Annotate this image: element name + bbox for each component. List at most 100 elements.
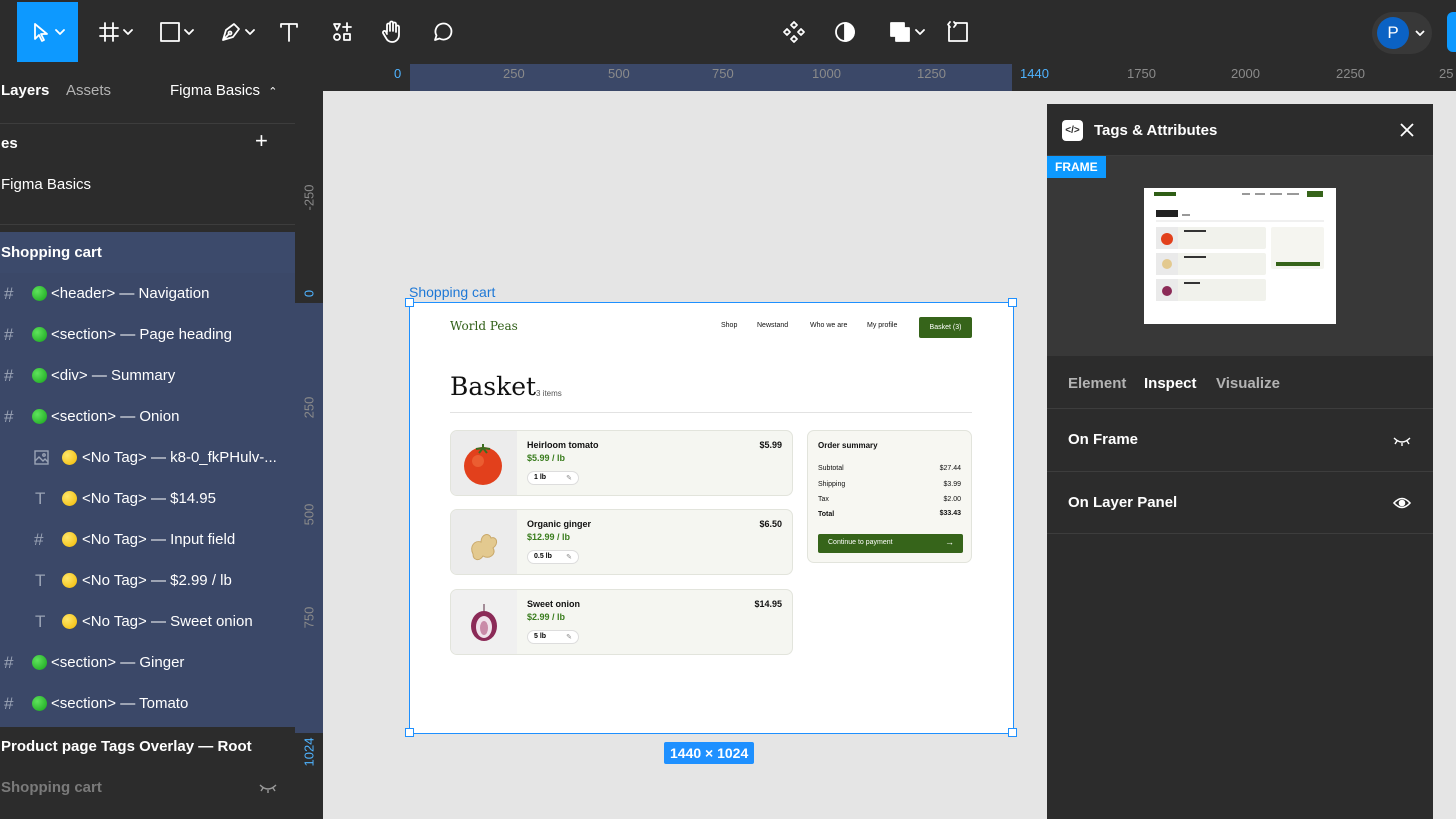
- resize-handle[interactable]: [405, 728, 414, 737]
- ruler-tick: 25: [1439, 66, 1454, 81]
- layer-section-tomato[interactable]: # <section> — Tomato: [0, 683, 295, 724]
- pen-tool-button[interactable]: [216, 10, 258, 54]
- contrast-button[interactable]: [832, 10, 858, 54]
- chevron-down-icon: [1415, 30, 1425, 36]
- rectangle-icon: [159, 22, 180, 42]
- layer-label: Shopping cart: [1, 244, 102, 261]
- frame-icon: #: [4, 324, 14, 344]
- user-avatar[interactable]: P: [1372, 12, 1432, 54]
- page-item-figma-basics[interactable]: Figma Basics: [1, 176, 91, 193]
- layer-div-summary[interactable]: # <div> — Summary: [0, 355, 295, 396]
- ruler-tick: 750: [712, 66, 734, 81]
- layer-no-tag-image[interactable]: <No Tag> — k8-0_fkPHulv-...: [0, 437, 295, 478]
- ruler-tick: 0: [394, 66, 402, 81]
- tag-status-green-icon: [32, 368, 47, 383]
- resources-icon: [333, 22, 352, 41]
- eye-closed-icon[interactable]: [259, 783, 277, 793]
- layer-no-tag-sweet-onion[interactable]: T <No Tag> — Sweet onion: [0, 601, 295, 642]
- chevron-down-icon: [55, 29, 65, 35]
- toggle-label: On Frame: [1068, 431, 1139, 448]
- pen-icon: [221, 23, 240, 41]
- ruler-tick: 750: [301, 606, 317, 629]
- close-icon[interactable]: [1399, 122, 1415, 138]
- eye-closed-icon[interactable]: [1393, 436, 1411, 446]
- ruler-tick: 250: [301, 396, 317, 419]
- ruler-tick: 500: [301, 503, 317, 526]
- tag-status-yellow-icon: [62, 450, 77, 465]
- layer-section-onion[interactable]: # <section> — Onion: [0, 396, 295, 437]
- frame-icon: #: [4, 283, 14, 303]
- layer-section-page-heading[interactable]: # <section> — Page heading: [0, 314, 295, 355]
- dev-mode-button[interactable]: [945, 10, 971, 54]
- frame-name-label[interactable]: Shopping cart: [409, 284, 495, 300]
- resize-handle[interactable]: [1008, 298, 1017, 307]
- chevron-down-icon: [122, 29, 133, 35]
- frame-icon: #: [4, 693, 14, 713]
- tab-visualize[interactable]: Visualize: [1216, 375, 1280, 392]
- layer-label: <section> — Page heading: [51, 326, 232, 343]
- layer-no-tag-unit-price[interactable]: T <No Tag> — $2.99 / lb: [0, 560, 295, 601]
- frame-icon: [98, 22, 119, 42]
- toggle-on-frame[interactable]: On Frame: [1047, 408, 1433, 471]
- ruler-tick: 1024: [301, 737, 317, 767]
- share-button[interactable]: [1447, 12, 1456, 52]
- page-selector[interactable]: Figma Basics ⌃: [170, 82, 277, 99]
- comment-tool-button[interactable]: [430, 10, 456, 54]
- image-icon: [34, 450, 49, 465]
- layer-label: <No Tag> — k8-0_fkPHulv-...: [82, 449, 277, 466]
- frame-preview-area: FRAME: [1047, 156, 1433, 356]
- layers-panel: Layers Assets Figma Basics ⌃ es + Figma …: [0, 64, 295, 819]
- panel-title: Tags & Attributes: [1094, 122, 1218, 139]
- selection-outline: [409, 302, 1014, 734]
- layer-shopping-cart-frame[interactable]: Shopping cart: [0, 232, 295, 273]
- ruler-tick: 2250: [1336, 66, 1365, 81]
- ruler-tick: 0: [301, 289, 317, 298]
- toggle-on-layer-panel[interactable]: On Layer Panel: [1047, 471, 1433, 534]
- resources-tool-button[interactable]: [329, 10, 355, 54]
- frame-tool-button[interactable]: [94, 10, 136, 54]
- chevron-down-icon: [244, 29, 255, 35]
- components-icon: [783, 21, 805, 43]
- ruler-tick: 2000: [1231, 66, 1260, 81]
- ruler-tick: 500: [608, 66, 630, 81]
- toggle-label: On Layer Panel: [1068, 494, 1178, 511]
- eye-icon[interactable]: [1393, 496, 1411, 510]
- tag-status-yellow-icon: [62, 491, 77, 506]
- tab-assets[interactable]: Assets: [66, 82, 111, 99]
- frame-icon: #: [4, 365, 14, 385]
- resize-handle[interactable]: [405, 298, 414, 307]
- hand-icon: [382, 20, 400, 43]
- frame-badge: FRAME: [1047, 156, 1106, 178]
- frame-size-badge: 1440 × 1024: [664, 742, 755, 764]
- layer-no-tag-input-field[interactable]: # <No Tag> — Input field: [0, 519, 295, 560]
- divider: [0, 224, 295, 225]
- layer-header-navigation[interactable]: # <header> — Navigation: [0, 273, 295, 314]
- divider: [0, 123, 295, 124]
- boolean-button[interactable]: [885, 10, 927, 54]
- layer-section-ginger[interactable]: # <section> — Ginger: [0, 642, 295, 683]
- layer-shopping-cart-hidden[interactable]: Shopping cart: [0, 767, 295, 808]
- frame-icon: #: [4, 406, 14, 426]
- layer-no-tag-price[interactable]: T <No Tag> — $14.95: [0, 478, 295, 519]
- hand-tool-button[interactable]: [379, 10, 405, 54]
- components-button[interactable]: [781, 10, 807, 54]
- tab-element[interactable]: Element: [1068, 375, 1126, 392]
- tab-layers[interactable]: Layers: [1, 82, 49, 99]
- tab-inspect[interactable]: Inspect: [1144, 375, 1197, 392]
- dev-mode-icon: [947, 21, 968, 42]
- ruler-left: -250 0 250 500 750 1024: [295, 64, 323, 819]
- page-selector-label: Figma Basics: [170, 82, 261, 99]
- layer-tags-overlay-root[interactable]: Product page Tags Overlay — Root: [0, 726, 295, 767]
- tag-status-green-icon: [32, 696, 47, 711]
- code-icon: </>: [1062, 120, 1083, 141]
- ruler-top: 0 250 500 750 1000 1250 1440 1750 2000 2…: [323, 64, 1456, 91]
- move-tool-button[interactable]: [17, 2, 78, 62]
- resize-handle[interactable]: [1008, 728, 1017, 737]
- layer-label: <header> — Navigation: [51, 285, 210, 302]
- layer-label: <No Tag> — Input field: [82, 531, 236, 548]
- shape-tool-button[interactable]: [155, 10, 197, 54]
- text-tool-button[interactable]: [276, 10, 302, 54]
- text-icon: [280, 23, 298, 42]
- boolean-icon: [889, 22, 910, 42]
- add-page-icon[interactable]: +: [255, 130, 268, 152]
